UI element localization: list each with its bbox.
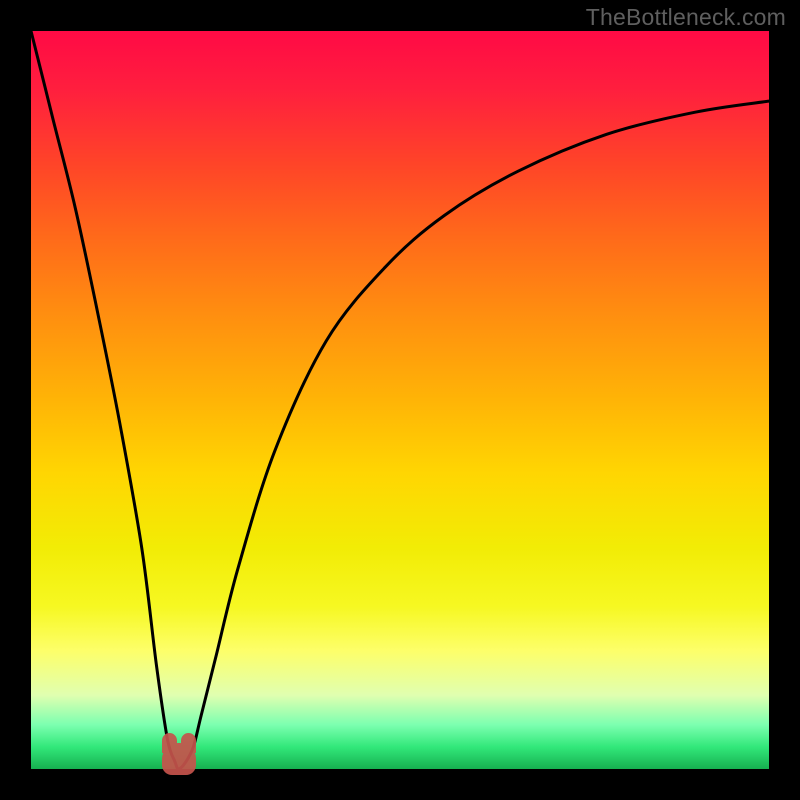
attribution-label: TheBottleneck.com: [586, 4, 786, 31]
valley-marker-icon: [162, 743, 196, 775]
chart-gradient-area: [31, 31, 769, 769]
bottleneck-curve-path: [31, 31, 769, 769]
bottleneck-curve-svg: [31, 31, 769, 769]
